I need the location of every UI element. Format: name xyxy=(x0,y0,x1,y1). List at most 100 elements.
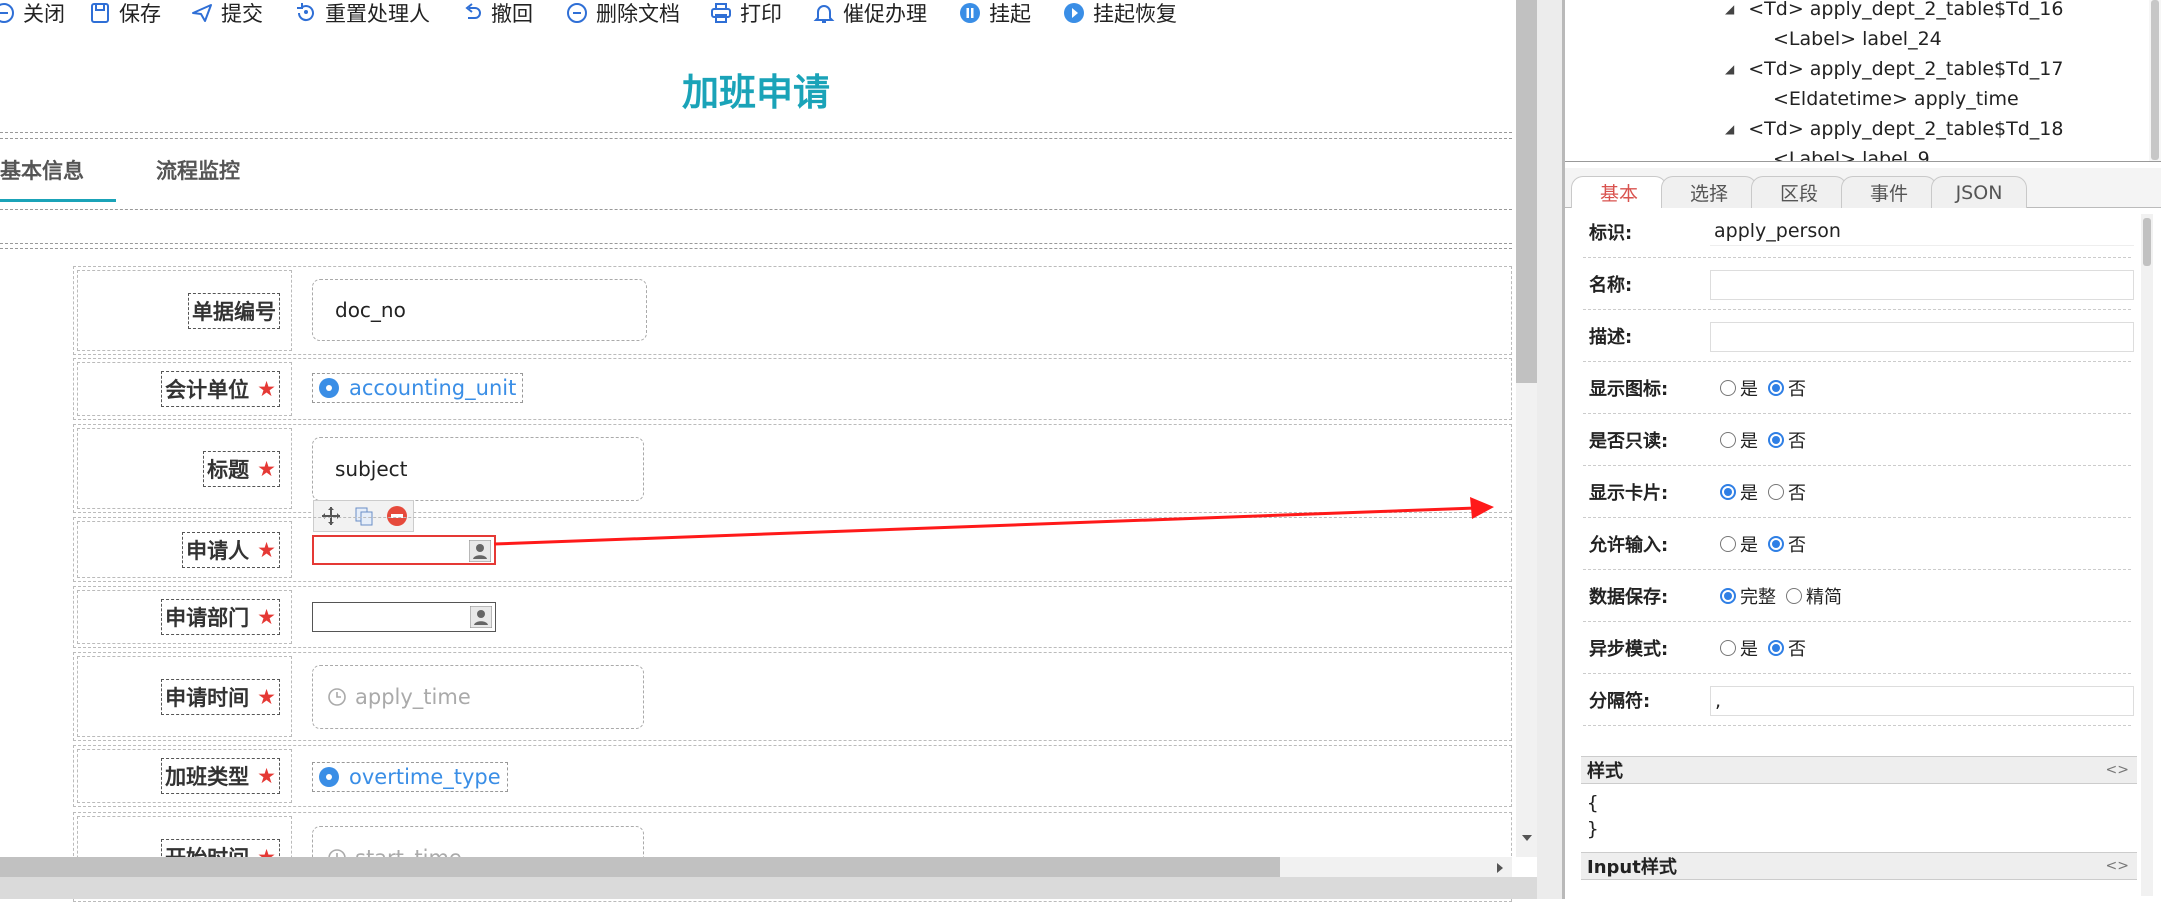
accounting-unit-label: 会计单位 ★ xyxy=(161,371,280,407)
apply-time-input[interactable]: apply_time xyxy=(312,665,644,729)
scroll-down-arrow-icon[interactable] xyxy=(1520,833,1534,845)
expand-triangle-icon[interactable]: ◢ xyxy=(1725,122,1734,136)
overtime-type-value: overtime_type xyxy=(349,765,501,789)
send-icon xyxy=(190,1,214,25)
save-button[interactable]: 保存 xyxy=(88,0,161,26)
prop-show-card-label: 显示卡片: xyxy=(1589,482,1669,504)
apply-time-placeholder: apply_time xyxy=(355,685,471,709)
required-star: ★ xyxy=(257,684,276,709)
horizontal-scroll-thumb[interactable] xyxy=(0,857,1280,877)
tree-node[interactable]: ◢ <Td> apply_dept_2_table$Td_17 xyxy=(1725,58,2063,80)
close-button[interactable]: 关闭 xyxy=(0,0,65,26)
pane-divider[interactable] xyxy=(1537,0,1562,899)
play-icon xyxy=(1062,1,1086,25)
expand-triangle-icon[interactable]: ◢ xyxy=(1725,62,1734,76)
scroll-right-arrow-icon[interactable] xyxy=(1494,861,1506,875)
reassign-button[interactable]: 重置处理人 xyxy=(294,0,430,26)
prop-async-label: 异步模式: xyxy=(1589,638,1669,660)
required-star: ★ xyxy=(257,456,276,481)
printer-icon xyxy=(709,1,733,25)
doc-no-input[interactable]: doc_no xyxy=(312,279,647,341)
close-circle-icon xyxy=(0,1,16,25)
show-icon-yes[interactable]: 是 xyxy=(1720,375,1758,401)
form-designer-pane: 关闭 保存 提交 重置处理人 撤回 删除文档 打印 催促办理 挂起 挂起恢复 加… xyxy=(0,0,1537,902)
readonly-no[interactable]: 否 xyxy=(1768,427,1806,453)
async-yes[interactable]: 是 xyxy=(1720,635,1758,661)
required-star: ★ xyxy=(257,605,276,629)
required-star: ★ xyxy=(257,537,276,562)
clock-icon xyxy=(328,688,346,706)
prop-id-label: 标识: xyxy=(1589,222,1633,244)
pause-icon xyxy=(958,1,982,25)
prop-row-readonly: 是否只读: 是 否 xyxy=(1583,414,2131,466)
prop-separator-input[interactable]: , xyxy=(1710,686,2134,716)
prop-desc-input[interactable] xyxy=(1710,322,2134,352)
undo-button[interactable]: 撤回 xyxy=(460,0,533,26)
tab-json[interactable]: JSON xyxy=(1931,176,2027,208)
print-button[interactable]: 打印 xyxy=(709,0,782,26)
code-toggle-icon[interactable]: <> xyxy=(2106,853,2129,879)
radio-selected-icon xyxy=(319,767,339,787)
show-icon-no[interactable]: 否 xyxy=(1768,375,1806,401)
urge-button[interactable]: 催促办理 xyxy=(812,0,927,26)
prop-id-input[interactable]: apply_person xyxy=(1710,216,2134,246)
delete-doc-button[interactable]: 删除文档 xyxy=(565,0,680,26)
properties-scrollbar[interactable] xyxy=(2141,214,2153,896)
tree-node[interactable]: <Label> label_9 xyxy=(1773,148,1930,161)
accounting-unit-value: accounting_unit xyxy=(349,376,517,400)
allow-input-no[interactable]: 否 xyxy=(1768,531,1806,557)
tab-section[interactable]: 区段 xyxy=(1751,176,1847,208)
person-picker-icon[interactable] xyxy=(469,540,491,562)
style-section-title: 样式 xyxy=(1587,761,1623,782)
dept-input[interactable] xyxy=(312,602,496,632)
tree-node[interactable]: <Eldatetime> apply_time xyxy=(1773,88,2019,110)
prop-row-show-icon: 显示图标: 是 否 xyxy=(1583,362,2131,414)
prop-show-icon-label: 显示图标: xyxy=(1589,378,1669,400)
prop-name-input[interactable] xyxy=(1710,270,2134,300)
show-card-yes[interactable]: 是 xyxy=(1720,479,1758,505)
tab-process-monitor[interactable]: 流程监控 xyxy=(156,155,240,185)
tree-node[interactable]: ◢ <Td> apply_dept_2_table$Td_16 xyxy=(1725,0,2063,20)
suspend-button[interactable]: 挂起 xyxy=(958,0,1031,26)
code-toggle-icon[interactable]: <> xyxy=(2106,757,2129,783)
tab-basic-info[interactable]: 基本信息 xyxy=(0,155,84,185)
allow-input-yes[interactable]: 是 xyxy=(1720,531,1758,557)
input-style-section-header[interactable]: Input样式 <> xyxy=(1581,852,2137,880)
input-style-section-title: Input样式 xyxy=(1587,857,1677,878)
show-card-no[interactable]: 否 xyxy=(1768,479,1806,505)
submit-button[interactable]: 提交 xyxy=(190,0,263,26)
tree-scroll-thumb[interactable] xyxy=(2151,0,2159,160)
style-code-line[interactable]: } xyxy=(1587,818,1598,840)
tab-events[interactable]: 事件 xyxy=(1841,176,1937,208)
properties-scroll-thumb[interactable] xyxy=(2143,218,2151,266)
style-code-line[interactable]: { xyxy=(1587,792,1598,814)
tree-node[interactable]: ◢ <Td> apply_dept_2_table$Td_18 xyxy=(1725,118,2063,140)
resume-button[interactable]: 挂起恢复 xyxy=(1062,0,1177,26)
prop-name-label: 名称: xyxy=(1589,274,1633,296)
readonly-yes[interactable]: 是 xyxy=(1720,427,1758,453)
suspend-label: 挂起 xyxy=(989,2,1031,26)
accounting-unit-radio[interactable]: accounting_unit xyxy=(312,373,524,403)
tab-select[interactable]: 选择 xyxy=(1661,176,1757,208)
prop-row-allow-input: 允许输入: 是 否 xyxy=(1583,518,2131,570)
subject-input[interactable]: subject xyxy=(312,437,644,501)
print-label: 打印 xyxy=(740,2,782,26)
person-picker-icon[interactable] xyxy=(470,606,492,628)
prop-row-separator: 分隔符: , xyxy=(1583,674,2134,726)
data-save-lite[interactable]: 精简 xyxy=(1786,583,1842,609)
async-no[interactable]: 否 xyxy=(1768,635,1806,661)
vertical-scroll-thumb[interactable] xyxy=(1516,0,1537,383)
label-cell: 申请时间 ★ xyxy=(77,656,292,737)
applicant-input[interactable] xyxy=(312,535,496,565)
tree-node[interactable]: <Label> label_24 xyxy=(1773,28,1942,50)
bell-icon xyxy=(812,1,836,25)
style-section-header[interactable]: 样式 <> xyxy=(1581,756,2137,784)
apply-time-label: 申请时间 ★ xyxy=(161,678,280,715)
expand-triangle-icon[interactable]: ◢ xyxy=(1725,2,1734,16)
overtime-type-radio[interactable]: overtime_type xyxy=(312,762,508,792)
data-save-full[interactable]: 完整 xyxy=(1720,583,1776,609)
tab-basic[interactable]: 基本 xyxy=(1571,176,1667,208)
radio-selected-icon xyxy=(1768,431,1784,448)
label-cell: 会计单位 ★ xyxy=(77,362,292,416)
property-tabs: 基本 选择 区段 事件 JSON xyxy=(1565,168,2161,208)
